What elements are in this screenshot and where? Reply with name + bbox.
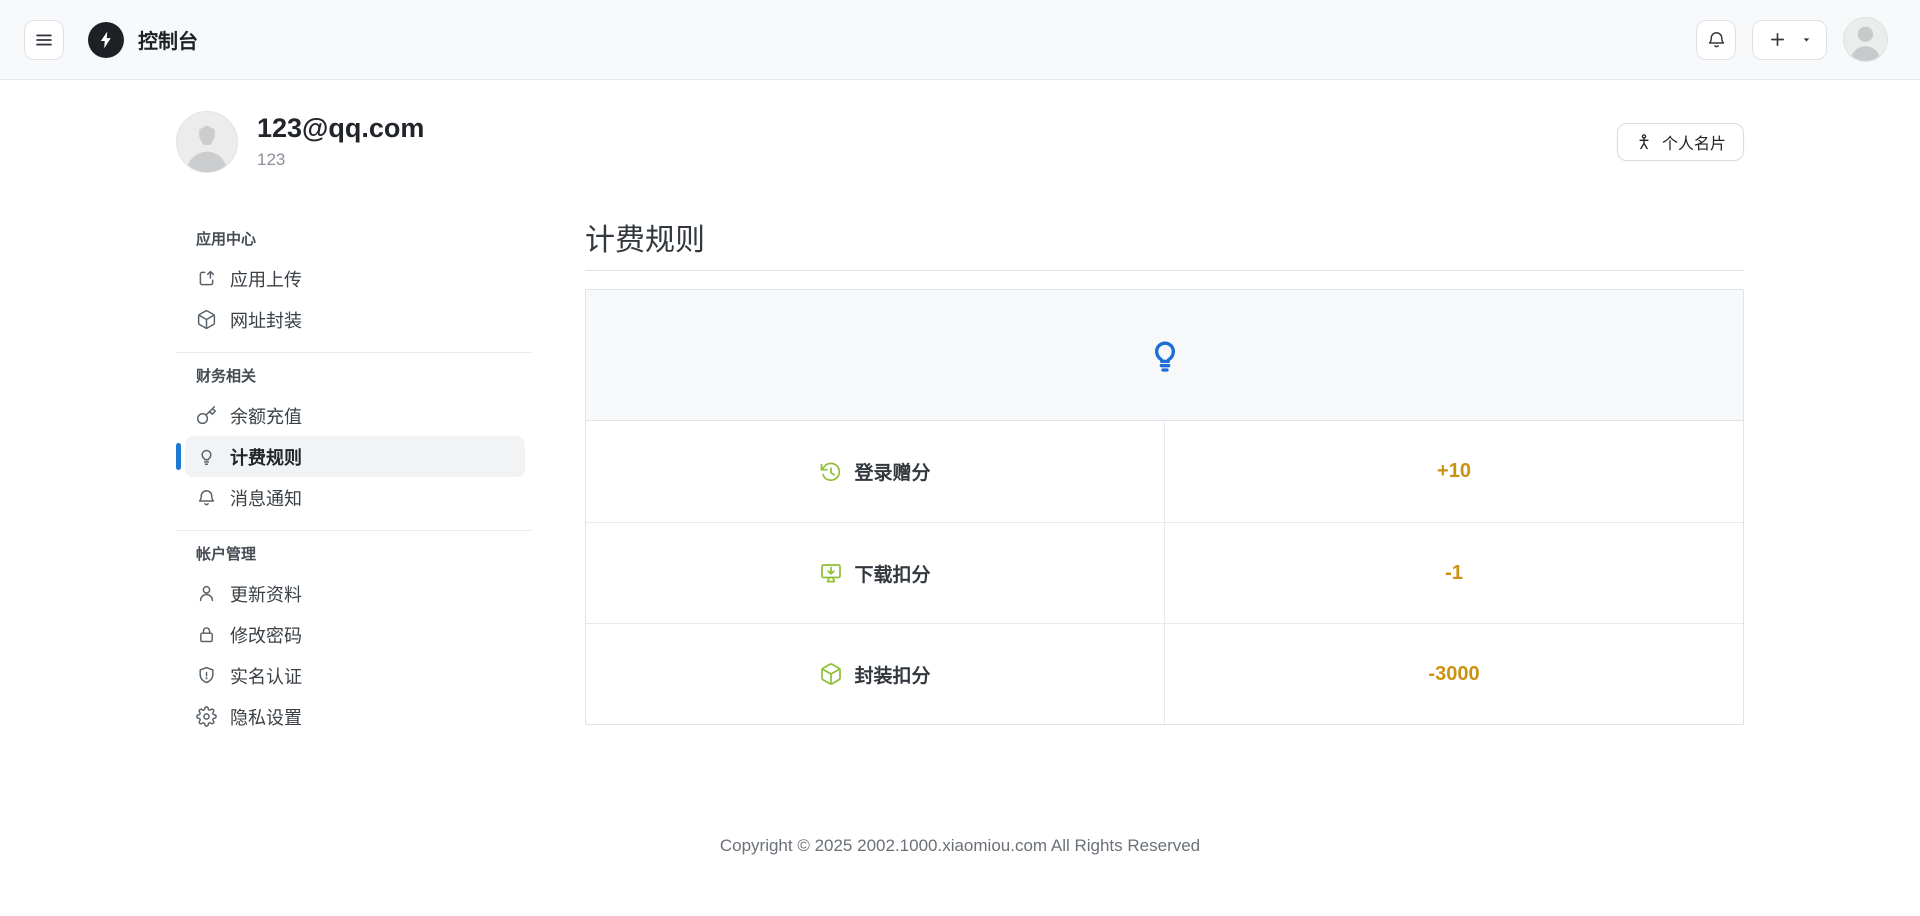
table-row: 登录赠分 +10 xyxy=(586,421,1743,522)
sidebar-item-label: 消息通知 xyxy=(230,485,302,511)
lock-icon xyxy=(196,624,217,645)
navbar-actions xyxy=(1696,17,1888,62)
bell-icon xyxy=(196,487,217,508)
key-icon xyxy=(196,405,217,426)
sidebar-item-label: 修改密码 xyxy=(230,622,302,648)
upload-icon xyxy=(196,268,217,289)
sidebar-divider xyxy=(176,352,532,353)
billing-rules-panel: 计费规则 登录赠分 xyxy=(585,223,1744,725)
sidebar-item-label: 更新资料 xyxy=(230,581,302,607)
bell-icon xyxy=(1706,29,1727,50)
sidebar-item-url-package[interactable]: 网址封装 xyxy=(176,299,532,340)
rules-table-header xyxy=(586,290,1743,421)
rules-table: 登录赠分 +10 下载扣分 -1 xyxy=(585,289,1744,725)
history-clock-icon xyxy=(819,460,843,484)
personal-card-button[interactable]: 个人名片 xyxy=(1617,123,1744,161)
profile-username: 123 xyxy=(257,150,424,170)
sidebar-item-privacy-settings[interactable]: 隐私设置 xyxy=(176,696,532,737)
monitor-download-icon xyxy=(819,561,843,585)
brand[interactable]: 控制台 xyxy=(88,22,198,58)
profile-avatar xyxy=(176,111,238,173)
rule-value: +10 xyxy=(1165,421,1743,522)
hamburger-menu-button[interactable] xyxy=(24,20,64,60)
gear-icon xyxy=(196,706,217,727)
sidebar-item-label: 网址封装 xyxy=(230,307,302,333)
sidebar-item-update-profile[interactable]: 更新资料 xyxy=(176,573,532,614)
rule-label: 登录赠分 xyxy=(854,458,930,485)
cube-icon xyxy=(819,662,843,686)
lightbulb-icon xyxy=(1145,335,1185,375)
rule-value: -3000 xyxy=(1165,624,1743,724)
rule-label: 下载扣分 xyxy=(854,560,930,587)
sidebar-section-finance: 财务相关 xyxy=(196,365,532,386)
rule-value: -1 xyxy=(1165,523,1743,623)
sidebar-divider xyxy=(176,530,532,531)
sidebar-item-balance-recharge[interactable]: 余额充值 xyxy=(176,395,532,436)
table-row: 下载扣分 -1 xyxy=(586,522,1743,623)
sidebar-item-label: 余额充值 xyxy=(230,403,302,429)
person-figure-icon xyxy=(1635,133,1653,151)
lightning-logo-icon xyxy=(88,22,124,58)
sidebar-item-label: 计费规则 xyxy=(230,444,302,470)
sidebar-item-label: 应用上传 xyxy=(230,266,302,292)
notifications-button[interactable] xyxy=(1696,20,1736,60)
title-divider xyxy=(585,270,1744,271)
sidebar: 应用中心 应用上传 网址封装 财务相关 xyxy=(176,223,532,737)
sidebar-section-account: 帐户管理 xyxy=(196,543,532,564)
hamburger-icon xyxy=(33,29,55,51)
add-dropdown-button[interactable] xyxy=(1752,20,1827,60)
sidebar-section-app-center: 应用中心 xyxy=(196,228,532,249)
lightbulb-icon xyxy=(196,446,217,467)
rule-label: 封装扣分 xyxy=(854,661,930,688)
sidebar-item-real-name-verify[interactable]: 实名认证 xyxy=(176,655,532,696)
console-page: 控制台 xyxy=(0,0,1920,916)
top-navbar: 控制台 xyxy=(0,0,1920,80)
sidebar-item-billing-rules[interactable]: 计费规则 xyxy=(185,436,525,477)
person-icon xyxy=(196,583,217,604)
shield-icon xyxy=(196,665,217,686)
sidebar-item-app-upload[interactable]: 应用上传 xyxy=(176,258,532,299)
sidebar-item-label: 实名认证 xyxy=(230,663,302,689)
caret-down-icon xyxy=(1801,34,1812,45)
table-row: 封装扣分 -3000 xyxy=(586,623,1743,724)
sidebar-item-change-password[interactable]: 修改密码 xyxy=(176,614,532,655)
personal-card-label: 个人名片 xyxy=(1662,130,1726,154)
app-title: 控制台 xyxy=(138,25,198,54)
package-icon xyxy=(196,309,217,330)
profile-email: 123@qq.com xyxy=(257,114,424,144)
page-title: 计费规则 xyxy=(585,223,1744,259)
sidebar-item-label: 隐私设置 xyxy=(230,704,302,730)
copyright-footer: Copyright © 2025 2002.1000.xiaomiou.com … xyxy=(0,836,1920,856)
sidebar-item-notifications[interactable]: 消息通知 xyxy=(176,477,532,518)
user-avatar[interactable] xyxy=(1843,17,1888,62)
plus-icon xyxy=(1767,29,1788,50)
profile-header: 123@qq.com 123 个人名片 xyxy=(176,111,1744,173)
